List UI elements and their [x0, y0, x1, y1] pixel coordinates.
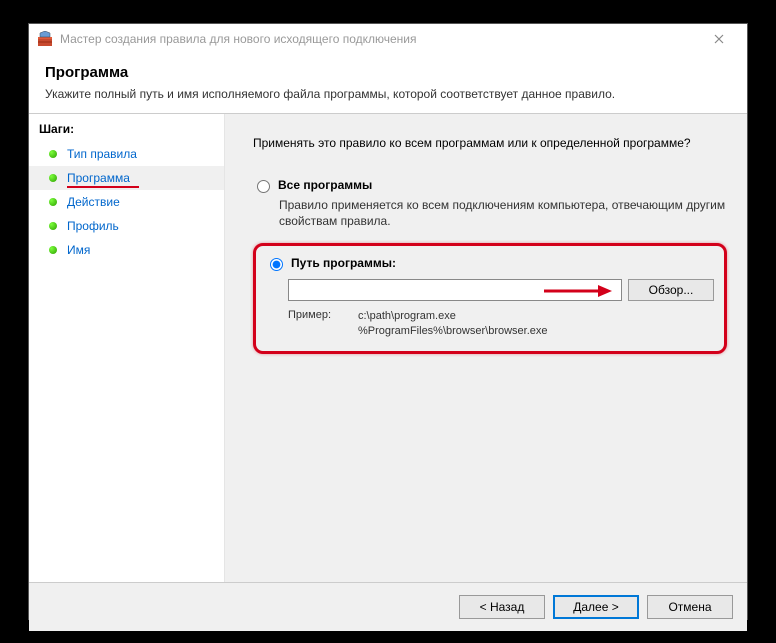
- content-area: Применять это правило ко всем программам…: [225, 114, 747, 582]
- steps-sidebar: Шаги: Тип правила Программа Действие Про…: [29, 114, 225, 582]
- step-label: Профиль: [67, 219, 119, 233]
- step-rule-type[interactable]: Тип правила: [29, 142, 224, 166]
- wizard-body: Шаги: Тип правила Программа Действие Про…: [29, 114, 747, 582]
- all-programs-label: Все программы: [278, 178, 372, 192]
- step-bullet-icon: [49, 222, 57, 230]
- example-path-2: %ProgramFiles%\browser\browser.exe: [358, 324, 548, 339]
- program-path-input[interactable]: [288, 279, 622, 301]
- step-program[interactable]: Программа: [29, 166, 224, 190]
- option-all-programs[interactable]: Все программы: [253, 178, 727, 193]
- example-paths: c:\path\program.exe %ProgramFiles%\brows…: [358, 309, 548, 339]
- titlebar: Мастер создания правила для нового исход…: [29, 24, 747, 54]
- step-bullet-icon: [49, 150, 57, 158]
- question-text: Применять это правило ко всем программам…: [253, 136, 727, 150]
- page-title: Программа: [45, 64, 731, 81]
- step-label: Тип правила: [67, 147, 137, 161]
- step-label: Действие: [67, 195, 120, 209]
- radio-program-path[interactable]: [270, 258, 283, 271]
- step-bullet-icon: [49, 174, 57, 182]
- firewall-icon: [37, 31, 53, 47]
- next-button[interactable]: Далее >: [553, 595, 639, 619]
- path-row: Обзор...: [288, 279, 714, 301]
- step-bullet-icon: [49, 246, 57, 254]
- back-button[interactable]: < Назад: [459, 595, 545, 619]
- step-action[interactable]: Действие: [29, 190, 224, 214]
- page-description: Укажите полный путь и имя исполняемого ф…: [45, 87, 731, 101]
- window-title: Мастер создания правила для нового исход…: [60, 32, 699, 46]
- option-program-path[interactable]: Путь программы:: [266, 256, 714, 271]
- step-profile[interactable]: Профиль: [29, 214, 224, 238]
- wizard-header: Программа Укажите полный путь и имя испо…: [29, 54, 747, 113]
- close-button[interactable]: [699, 25, 739, 53]
- all-programs-description: Правило применяется ко всем подключениям…: [279, 197, 727, 229]
- steps-header: Шаги:: [29, 114, 224, 142]
- step-label: Программа: [67, 171, 130, 185]
- example-row: Пример: c:\path\program.exe %ProgramFile…: [288, 309, 714, 339]
- wizard-window: Мастер создания правила для нового исход…: [28, 23, 748, 620]
- wizard-footer: < Назад Далее > Отмена: [29, 582, 747, 631]
- example-path-1: c:\path\program.exe: [358, 309, 548, 324]
- cancel-button[interactable]: Отмена: [647, 595, 733, 619]
- step-label: Имя: [67, 243, 90, 257]
- step-name[interactable]: Имя: [29, 238, 224, 262]
- radio-all-programs[interactable]: [257, 180, 270, 193]
- example-label: Пример:: [288, 309, 358, 339]
- highlight-annotation: Путь программы: Обзор... Пример: c:\path…: [253, 243, 727, 354]
- program-path-label: Путь программы:: [291, 256, 396, 270]
- step-bullet-icon: [49, 198, 57, 206]
- browse-button[interactable]: Обзор...: [628, 279, 714, 301]
